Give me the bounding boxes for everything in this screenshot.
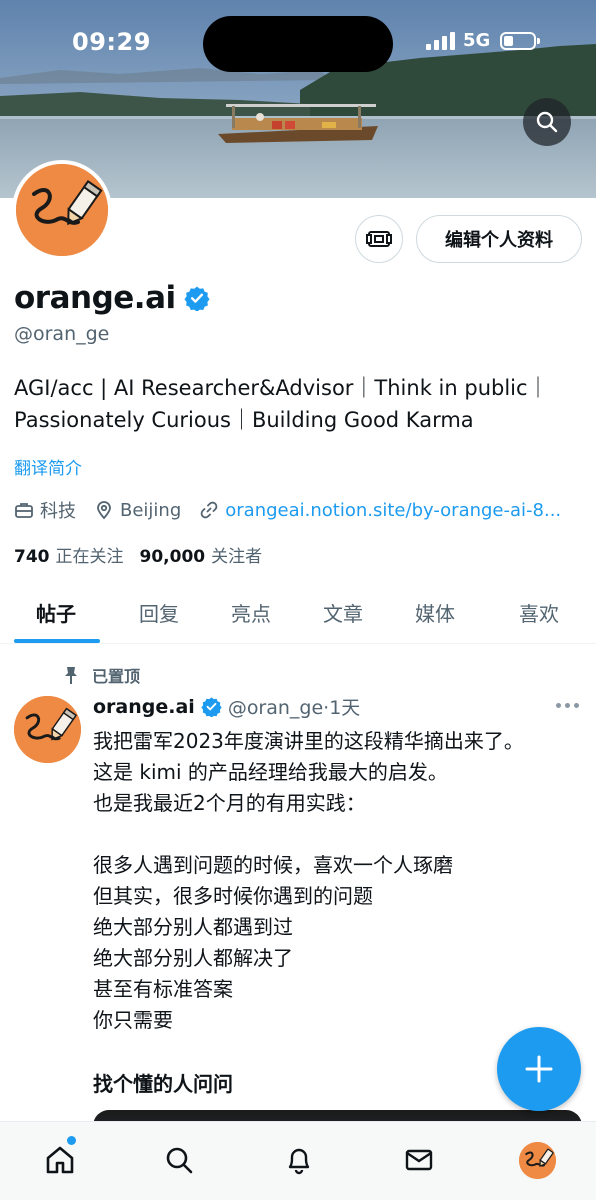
category-item: 科技 bbox=[14, 497, 76, 523]
bio-line-1: AGI/acc | AI Researcher&Advisor｜Think in… bbox=[14, 376, 549, 400]
profile-handle: @oran_ge bbox=[14, 323, 110, 345]
pin-icon bbox=[65, 667, 77, 684]
profile-avatar[interactable] bbox=[12, 160, 112, 260]
bell-icon bbox=[288, 1148, 310, 1175]
plus-icon bbox=[525, 1055, 553, 1083]
website-link[interactable]: orangeai.notion.site/by-orange-ai-8... bbox=[225, 500, 570, 521]
home-notification-dot bbox=[67, 1136, 76, 1145]
nav-profile-avatar[interactable] bbox=[519, 1142, 556, 1179]
battery-icon bbox=[500, 31, 541, 50]
category-label: 科技 bbox=[40, 501, 76, 522]
status-time: 09:29 bbox=[72, 28, 151, 56]
profile-bio: AGI/acc | AI Researcher&Advisor｜Think in… bbox=[14, 372, 584, 436]
verified-badge-icon[interactable] bbox=[184, 285, 210, 311]
search-button[interactable] bbox=[523, 98, 571, 146]
compose-post-button[interactable] bbox=[497, 1027, 581, 1111]
more-dot bbox=[556, 703, 561, 708]
nav-messages[interactable] bbox=[399, 1140, 439, 1180]
following-label: 正在关注 bbox=[55, 547, 124, 567]
followers-label: 关注者 bbox=[211, 547, 263, 567]
website-item[interactable]: orangeai.notion.site/by-orange-ai-8... bbox=[199, 500, 570, 521]
pinned-label: 已置顶 bbox=[92, 667, 141, 686]
post-handle-time: @oran_ge·1天 bbox=[227, 697, 361, 719]
link-icon bbox=[200, 501, 218, 519]
bio-line-2: Passionately Curious｜Building Good Karma bbox=[14, 408, 474, 432]
more-dot bbox=[574, 703, 579, 708]
post-header: orange.ai @oran_ge·1天 bbox=[93, 693, 360, 720]
home-icon bbox=[46, 1146, 74, 1174]
nav-search[interactable] bbox=[159, 1140, 199, 1180]
tab-highlights[interactable]: 亮点 bbox=[231, 598, 271, 627]
following-stat[interactable]: 740 正在关注 bbox=[14, 542, 124, 567]
more-dot bbox=[565, 703, 570, 708]
orange-pencil-avatar-image bbox=[16, 164, 108, 256]
nav-home[interactable] bbox=[40, 1140, 80, 1180]
signal-icon bbox=[426, 31, 455, 50]
orange-pencil-avatar-image bbox=[519, 1142, 556, 1179]
network-label: 5G bbox=[463, 30, 491, 51]
nav-notifications[interactable] bbox=[279, 1140, 319, 1180]
bottom-navigation bbox=[0, 1121, 596, 1200]
profile-meta: 科技 Beijing orangeai.notion.site/by-orang… bbox=[14, 497, 588, 523]
display-name-text: orange.ai bbox=[14, 280, 176, 316]
qr-money-icon bbox=[366, 231, 392, 247]
followers-stat[interactable]: 90,000 关注者 bbox=[140, 542, 263, 567]
post-bold-line: 找个懂的人问问 bbox=[93, 1072, 233, 1096]
verified-badge-icon[interactable] bbox=[201, 696, 222, 717]
tab-posts[interactable]: 帖子 bbox=[36, 598, 76, 627]
tab-media[interactable]: 媒体 bbox=[415, 598, 455, 627]
tab-articles[interactable]: 文章 bbox=[323, 598, 363, 627]
dynamic-island bbox=[203, 16, 393, 72]
followers-count: 90,000 bbox=[139, 547, 206, 567]
search-icon bbox=[166, 1147, 193, 1174]
tab-active-indicator bbox=[14, 639, 100, 643]
search-icon bbox=[536, 111, 558, 133]
post-author-avatar[interactable] bbox=[14, 696, 81, 763]
follow-counts: 740 正在关注 90,000 关注者 bbox=[14, 542, 262, 567]
following-count: 740 bbox=[14, 547, 50, 567]
tab-likes[interactable]: 喜欢 bbox=[519, 598, 559, 627]
edit-profile-button[interactable]: 编辑个人资料 bbox=[416, 215, 582, 263]
mail-icon bbox=[405, 1149, 433, 1171]
orange-pencil-avatar-image bbox=[14, 696, 81, 763]
translate-bio-link[interactable]: 翻译简介 bbox=[14, 454, 82, 479]
profile-display-name: orange.ai bbox=[14, 280, 210, 316]
location-pin-icon bbox=[97, 501, 111, 520]
profile-tabs: 帖子 回复 亮点 文章 媒体 喜欢 bbox=[0, 585, 596, 644]
briefcase-icon bbox=[15, 503, 33, 518]
pinned-indicator: 已置顶 bbox=[62, 663, 140, 687]
cash-qr-button[interactable] bbox=[355, 215, 403, 263]
location-item: Beijing bbox=[94, 500, 181, 521]
status-indicators: 5G bbox=[426, 30, 541, 51]
location-label: Beijing bbox=[120, 499, 182, 521]
post-body-text: 我把雷军2023年度演讲里的这段精华摘出来了。 这是 kimi 的产品经理给我最… bbox=[93, 729, 524, 1032]
post-author-name[interactable]: orange.ai bbox=[93, 696, 195, 718]
tab-replies[interactable]: 回复 bbox=[139, 598, 179, 627]
post-more-button[interactable] bbox=[556, 703, 579, 708]
